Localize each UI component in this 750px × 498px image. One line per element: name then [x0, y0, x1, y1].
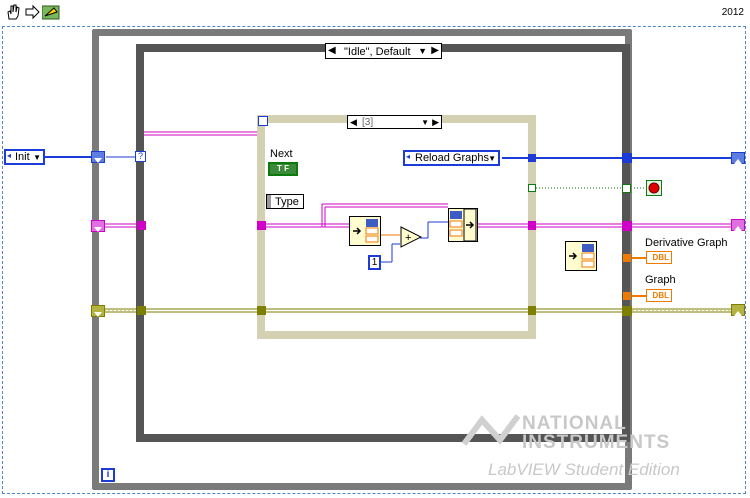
numeric-constant[interactable]: 1: [368, 255, 381, 270]
case-tunnel-cluster-in: [137, 221, 146, 230]
shift-register-left-enum[interactable]: [91, 151, 105, 163]
enum-indicator-icon: ◂: [406, 152, 411, 161]
graph-tunnel-1: [623, 254, 631, 262]
shift-register-right-cluster[interactable]: [731, 219, 745, 231]
seq-tunnel-cluster-out: [528, 221, 536, 230]
enum-indicator-icon: ◂: [7, 151, 12, 160]
watermark-line3: LabVIEW Student Edition: [488, 460, 680, 479]
type-label-box: Type: [266, 194, 304, 209]
seq-tunnel-bool-out: [528, 184, 536, 192]
stop-button-terminal[interactable]: [646, 180, 662, 196]
add-function-node[interactable]: +: [400, 226, 423, 253]
case-tunnel-bool-out: [622, 184, 631, 193]
graph-indicator[interactable]: DBL: [646, 289, 672, 302]
shift-register-left-error[interactable]: [91, 305, 105, 317]
iteration-terminal[interactable]: i: [101, 468, 115, 482]
watermark: NATIONAL INSTRUMENTS LabVIEW Student Edi…: [460, 410, 750, 495]
case-tunnel-cluster-out: [622, 221, 632, 231]
case-tunnel-error-out: [622, 306, 632, 316]
reload-graphs-enum[interactable]: ◂ Reload Graphs ▼: [403, 150, 500, 166]
type-grip-icon: [267, 195, 271, 208]
seq-tunnel-error-in: [257, 306, 266, 315]
case-tunnel-error-in: [137, 306, 146, 315]
init-enum-label: Init: [15, 151, 30, 163]
reload-enum-label: Reload Graphs: [415, 152, 489, 164]
graph-tunnel-2: [623, 292, 631, 300]
graph-label: Graph: [645, 274, 676, 286]
case-tunnel-enum-out: [622, 153, 632, 163]
init-dropdown-icon[interactable]: ▼: [33, 151, 41, 164]
seq-tunnel-error-out: [528, 306, 536, 315]
shift-register-right-error[interactable]: [731, 304, 745, 316]
next-label: Next: [270, 148, 293, 160]
init-enum-constant[interactable]: ◂ Init ▼: [4, 149, 45, 165]
type-label: Type: [275, 196, 299, 208]
derivative-graph-indicator[interactable]: DBL: [646, 251, 672, 264]
unbundle-by-name-node[interactable]: [349, 216, 381, 246]
ni-logo-icon: [461, 414, 521, 446]
seq-tunnel-enum-out: [528, 154, 536, 162]
seq-tunnel-cluster-in: [257, 221, 266, 230]
shift-register-right-enum[interactable]: [731, 152, 745, 164]
svg-text:+: +: [405, 232, 411, 244]
reload-dropdown-icon[interactable]: ▼: [488, 152, 496, 165]
next-boolean-terminal[interactable]: T F: [268, 162, 298, 176]
case-selector-terminal[interactable]: ?: [135, 151, 146, 162]
unbundle-graphs-node[interactable]: [565, 241, 597, 271]
watermark-line2: INSTRUMENTS: [522, 432, 671, 453]
derivative-graph-label: Derivative Graph: [645, 237, 728, 249]
bundle-by-name-node[interactable]: [448, 208, 478, 242]
shift-register-left-cluster[interactable]: [91, 220, 105, 232]
